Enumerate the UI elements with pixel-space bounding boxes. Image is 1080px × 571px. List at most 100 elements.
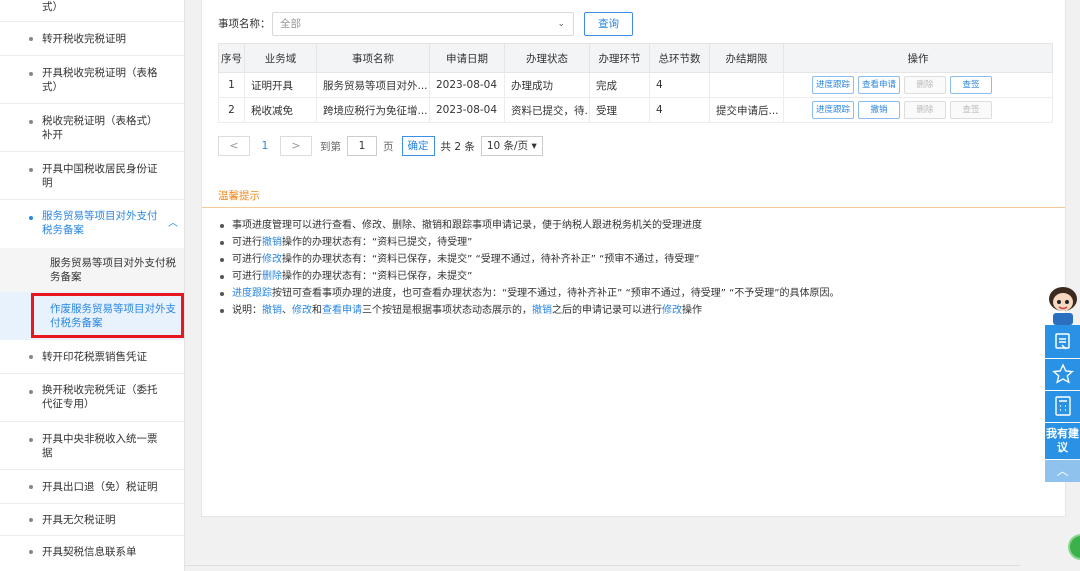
bullet-icon — [29, 72, 33, 76]
revoke-button[interactable]: 撤销 — [858, 101, 901, 119]
back-to-top-button[interactable]: ︿ — [1045, 460, 1080, 482]
suggestion-button[interactable]: 我有建议 — [1045, 423, 1080, 459]
caret-down-icon: ▾ — [531, 140, 537, 152]
next-page-button[interactable]: > — [280, 136, 312, 156]
cell-no: 2 — [218, 97, 245, 123]
col-header: 事项名称 — [316, 43, 430, 73]
goto-confirm-button[interactable]: 确定 — [401, 136, 435, 156]
col-header: 业务域 — [244, 43, 317, 73]
calculator-button[interactable] — [1045, 391, 1080, 422]
cell-ops: 进度跟踪 撤销 删除 查签 — [783, 97, 1053, 123]
tip-text: 三个按钮是根据事项状态动态展示的， — [362, 305, 532, 316]
sidebar-item-transfer-cert[interactable]: 转开税收完税证明 — [0, 22, 184, 56]
tip-item: 可进行修改操作的办理状态有：“资料已保存，未提交” “受理不通过，待补齐补正” … — [218, 251, 1058, 268]
calculator-icon — [1054, 396, 1071, 416]
tip-text: 操作 — [682, 305, 702, 316]
table-row: 2 税收减免 跨境应税行为免征增... 2023-08-04 资料已提交，待..… — [218, 97, 1053, 123]
view-application-button[interactable]: 查看申请 — [858, 76, 901, 94]
item-name-select[interactable]: 全部 ⌄ — [272, 12, 574, 36]
sidebar-item-service-trade-filing[interactable]: 服务贸易等项目对外支付税务备案 ︿ — [0, 200, 184, 248]
chevron-up-icon[interactable]: ︿ — [168, 214, 178, 229]
bullet-icon — [29, 518, 33, 522]
item-name-label: 事项名称： — [218, 18, 271, 30]
progress-track-button[interactable]: 进度跟踪 — [812, 101, 855, 119]
sidebar-subitem-label: 服务贸易等项目对外支付税务备案 — [50, 257, 176, 283]
customer-service-button[interactable] — [1045, 325, 1080, 358]
prev-page-button[interactable]: < — [218, 136, 250, 156]
tip-link-delete: 删除 — [262, 271, 282, 282]
page-size-value: 10 条/页 — [486, 140, 529, 152]
records-table: 序号 业务域 事项名称 申请日期 办理状态 办理环节 总环节数 办结期限 操作 … — [218, 43, 1053, 123]
col-header: 办理状态 — [504, 43, 590, 73]
sidebar-subitem-service-trade-filing[interactable]: 服务贸易等项目对外支付税务备案 — [0, 248, 184, 292]
sidebar-item-label: 开具中国税收居民身份证明 — [42, 163, 158, 189]
cell-domain: 证明开具 — [244, 72, 317, 98]
cell-total: 4 — [649, 97, 710, 123]
cell-step: 受理 — [589, 97, 650, 123]
tip-text: 事项进度管理可以进行查看、修改、删除、撤销和跟踪事项申请记录，便于纳税人跟进税务… — [232, 220, 702, 231]
highlight-box — [31, 293, 184, 338]
col-header: 申请日期 — [429, 43, 505, 73]
page-number-current[interactable]: 1 — [250, 140, 280, 152]
bullet-icon — [29, 485, 33, 489]
service-avatar-icon[interactable] — [1045, 285, 1080, 325]
goto-page-input[interactable]: 1 — [347, 136, 377, 156]
sidebar-item-label: 税收完税证明（表格式）补开 — [42, 115, 158, 141]
chevron-up-icon: ︿ — [1056, 464, 1069, 478]
sidebar-item-label: 开具无欠税证明 — [42, 514, 116, 526]
sidebar-item-label: 服务贸易等项目对外支付税务备案 — [42, 210, 158, 236]
tip-text: 、 — [282, 305, 292, 316]
sidebar-item-resident-cert[interactable]: 开具中国税收居民身份证明 — [0, 152, 184, 200]
page-size-select[interactable]: 10 条/页 ▾ — [480, 136, 543, 156]
pagination: < 1 > 到第 1 页 确定 共 2 条 10 条/页 ▾ — [218, 136, 543, 156]
tip-text: 可进行 — [232, 271, 262, 282]
tip-link-revoke: 撤销 — [262, 237, 282, 248]
col-header: 办结期限 — [709, 43, 784, 73]
query-button[interactable]: 查询 — [584, 12, 633, 36]
cell-date: 2023-08-04 — [429, 72, 505, 98]
tip-item: 事项进度管理可以进行查看、修改、删除、撤销和跟踪事项申请记录，便于纳税人跟进税务… — [218, 217, 1058, 234]
cell-name: 跨境应税行为免征增... — [316, 97, 430, 123]
check-sign-button: 查签 — [950, 101, 993, 119]
sidebar-item-label: 开具中央非税收入统一票据 — [42, 433, 158, 459]
tip-link-revoke: 撤销 — [262, 305, 282, 316]
table-header-row: 序号 业务域 事项名称 申请日期 办理状态 办理环节 总环节数 办结期限 操作 — [218, 43, 1053, 73]
cell-no: 1 — [218, 72, 245, 98]
footer-divider — [185, 565, 1020, 566]
tip-text: 可进行 — [232, 254, 262, 265]
sidebar-item-export-refund-cert[interactable]: 开具出口退（免）税证明 — [0, 470, 184, 504]
sidebar-item-tax-cert-table-cont[interactable]: 式） — [0, 0, 184, 22]
tip-item: 说明：撤销、修改和查看申请三个按钮是根据事项状态动态展示的，撤销之后的申请记录可… — [218, 302, 1058, 319]
tip-text: 可进行 — [232, 237, 262, 248]
item-name-select-value: 全部 — [280, 18, 301, 30]
tip-item: 可进行撤销操作的办理状态有：“资料已提交，待受理” — [218, 234, 1058, 251]
check-sign-button[interactable]: 查签 — [950, 76, 993, 94]
sidebar-item-deed-tax-info[interactable]: 开具契税信息联系单 — [0, 536, 184, 571]
green-widget-icon[interactable] — [1068, 534, 1080, 560]
tip-item: 可进行删除操作的办理状态有：“资料已保存，未提交” — [218, 268, 1058, 285]
bullet-icon — [29, 37, 33, 41]
sidebar-item-tax-cert-reissue[interactable]: 税收完税证明（表格式）补开 — [0, 104, 184, 152]
cell-ops: 进度跟踪 查看申请 删除 查签 — [783, 72, 1053, 98]
cell-domain: 税收减免 — [244, 97, 317, 123]
sidebar-item-no-arrears-cert[interactable]: 开具无欠税证明 — [0, 504, 184, 536]
delete-button: 删除 — [904, 76, 947, 94]
favorite-button[interactable] — [1045, 359, 1080, 390]
tip-link-modify: 修改 — [262, 254, 282, 265]
sidebar-item-exchange-voucher[interactable]: 换开税收完税凭证（委托代征专用） — [0, 374, 184, 422]
sidebar-item-tax-cert-table[interactable]: 开具税收完税证明（表格式） — [0, 56, 184, 104]
tip-link-modify: 修改 — [662, 305, 682, 316]
chat-icon — [1054, 333, 1070, 350]
tips-divider — [202, 207, 1065, 208]
sidebar-item-non-tax-bill[interactable]: 开具中央非税收入统一票据 — [0, 422, 184, 470]
tip-text: 之后的申请记录可以进行 — [552, 305, 662, 316]
page-unit-label: 页 — [383, 140, 394, 153]
tip-text: 操作的办理状态有：“资料已提交，待受理” — [282, 237, 473, 248]
tip-text: 操作的办理状态有：“资料已保存，未提交” “受理不通过，待补齐补正” “预审不通… — [282, 254, 700, 265]
bullet-icon — [29, 216, 33, 220]
sidebar-item-stamp-tax-voucher[interactable]: 转开印花税票销售凭证 — [0, 340, 184, 374]
progress-track-button[interactable]: 进度跟踪 — [812, 76, 855, 94]
tips-title: 温馨提示 — [218, 190, 260, 202]
tip-link-modify: 修改 — [292, 305, 312, 316]
bullet-icon — [29, 355, 33, 359]
